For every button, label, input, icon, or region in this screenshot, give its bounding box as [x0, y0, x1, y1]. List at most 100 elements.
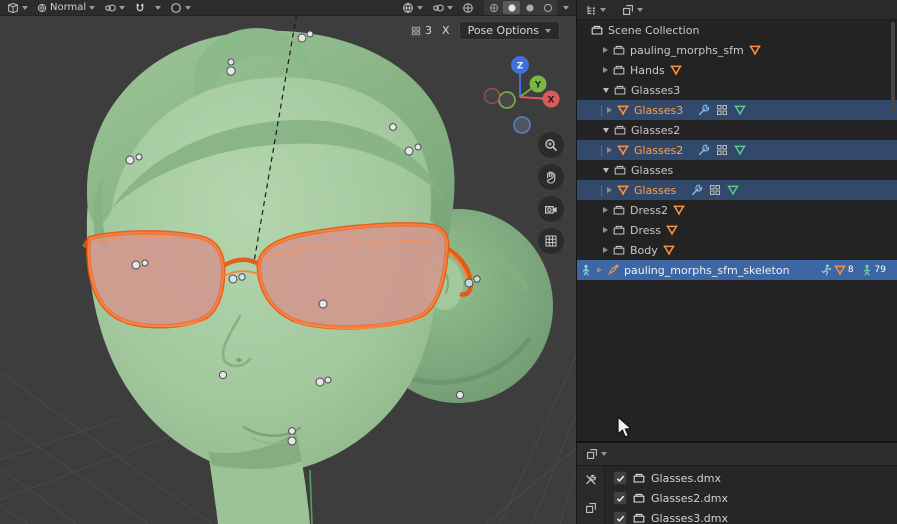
gizmos-dropdown[interactable]	[399, 1, 426, 14]
disclosure-collapsed-icon[interactable]	[607, 107, 612, 113]
zoom-button[interactable]	[538, 132, 564, 158]
row-label: Dress	[630, 223, 661, 237]
outliner-row-collection[interactable]: Glasses	[577, 160, 897, 180]
mesh-data-icon[interactable]	[734, 144, 746, 156]
properties-icon	[586, 448, 598, 460]
chevron-down-icon	[119, 5, 126, 10]
outliner-row-collection[interactable]: Body	[577, 240, 897, 260]
xray-toggle[interactable]	[459, 1, 477, 14]
viewport-tools	[538, 132, 564, 254]
disclosure-collapsed-icon[interactable]	[603, 207, 608, 213]
child-mesh-icon[interactable]	[834, 264, 846, 276]
disclosure-collapsed-icon[interactable]	[607, 147, 612, 153]
outliner-row-scene-collection[interactable]: Scene Collection	[577, 20, 897, 40]
disclosure-collapsed-icon[interactable]	[603, 227, 608, 233]
outliner-row-collection[interactable]: Dress	[577, 220, 897, 240]
scene-collection-icon	[591, 24, 603, 36]
file-row[interactable]: Glasses2.dmx	[605, 488, 897, 508]
shading-dropdown[interactable]	[560, 1, 572, 14]
vertex-groups-icon[interactable]	[716, 144, 728, 156]
outliner-row-collection[interactable]: Dress2	[577, 200, 897, 220]
mesh-icon	[663, 244, 675, 256]
outliner-row-object[interactable]: Glasses2	[577, 140, 897, 160]
orientation-icon	[37, 3, 47, 13]
shading-wireframe-button[interactable]	[485, 1, 502, 14]
check-icon	[616, 474, 625, 483]
pose-run-icon[interactable]	[820, 264, 832, 276]
shading-solid-button[interactable]	[503, 1, 520, 14]
modifier-wrench-icon[interactable]	[698, 104, 710, 116]
disclosure-collapsed-icon[interactable]	[607, 187, 612, 193]
navigation-gizmo[interactable]: Z Y X	[470, 48, 570, 144]
pan-button[interactable]	[538, 164, 564, 190]
collection-visibility-badge[interactable]: 3 X	[411, 24, 450, 37]
pose-options-label: Pose Options	[467, 24, 539, 37]
overlays-dropdown[interactable]	[429, 1, 456, 14]
chevron-down-icon	[601, 452, 607, 456]
collection-icon	[613, 244, 625, 256]
disclosure-expanded-icon[interactable]	[603, 87, 609, 93]
shading-rendered-button[interactable]	[539, 1, 556, 14]
outliner-editor-type-button[interactable]	[582, 3, 609, 16]
outliner-row-armature[interactable]: pauling_morphs_sfm_skeleton 8 79	[577, 260, 897, 280]
outliner-row-collection[interactable]: Glasses3	[577, 80, 897, 100]
mesh-data-icon[interactable]	[734, 104, 746, 116]
armature-object-icon	[607, 264, 619, 276]
camera-icon	[544, 202, 558, 216]
modifier-wrench-icon[interactable]	[698, 144, 710, 156]
render-tab-icon[interactable]	[585, 502, 597, 514]
gizmo-z-negative[interactable]	[513, 116, 531, 134]
disclosure-expanded-icon[interactable]	[603, 127, 609, 133]
file-checkbox-checked[interactable]	[613, 491, 627, 505]
vertex-groups-icon[interactable]	[716, 104, 728, 116]
transform-orientation-dropdown[interactable]: Normal	[34, 1, 98, 14]
file-row[interactable]: Glasses.dmx	[605, 468, 897, 488]
collection-icon	[613, 64, 625, 76]
tree-guide-line	[601, 144, 602, 156]
row-label: pauling_morphs_sfm	[630, 43, 744, 57]
viewport-region-header: 3 X Pose Options	[411, 21, 560, 40]
shading-material-button[interactable]	[521, 1, 538, 14]
mesh-icon	[666, 224, 678, 236]
mesh-icon	[670, 64, 682, 76]
ortho-toggle-button[interactable]	[538, 228, 564, 254]
snapping-dropdown[interactable]	[152, 1, 164, 14]
outliner-row-object[interactable]: Glasses3	[577, 100, 897, 120]
bone-count-icon[interactable]	[861, 264, 873, 276]
disclosure-collapsed-icon[interactable]	[603, 47, 608, 53]
file-label: Glasses3.dmx	[651, 511, 728, 524]
editor-type-button[interactable]	[4, 1, 31, 14]
row-label: Glasses2	[631, 123, 681, 137]
file-checkbox-checked[interactable]	[613, 471, 627, 485]
disclosure-expanded-icon[interactable]	[603, 167, 609, 173]
gizmo-x-negative[interactable]	[483, 87, 501, 105]
chevron-down-icon	[417, 5, 423, 10]
outliner-display-mode-button[interactable]	[619, 3, 646, 16]
pivot-point-dropdown[interactable]	[101, 1, 128, 14]
tool-settings-icon[interactable]	[585, 474, 597, 486]
3d-viewport[interactable]: Normal 3 X Pose Options Z Y X	[0, 0, 576, 524]
file-panel-editor-type-button[interactable]	[583, 448, 610, 461]
pose-options-dropdown[interactable]: Pose Options	[458, 21, 560, 40]
modifier-wrench-icon[interactable]	[691, 184, 703, 196]
vertex-groups-icon[interactable]	[709, 184, 721, 196]
outliner-row-collection[interactable]: Hands	[577, 60, 897, 80]
outliner-row-collection[interactable]: pauling_morphs_sfm	[577, 40, 897, 60]
disclosure-collapsed-icon[interactable]	[603, 247, 608, 253]
axis-clear-button[interactable]: X	[442, 24, 450, 37]
file-row[interactable]: Glasses3.dmx	[605, 508, 897, 524]
outliner-row-object[interactable]: Glasses	[577, 180, 897, 200]
outliner-scrollbar[interactable]	[891, 22, 895, 114]
mesh-data-icon[interactable]	[727, 184, 739, 196]
snap-toggle[interactable]	[131, 1, 149, 14]
gizmo-y-negative[interactable]	[498, 91, 516, 109]
disclosure-collapsed-icon[interactable]	[603, 67, 608, 73]
outliner-row-collection[interactable]: Glasses2	[577, 120, 897, 140]
overlays-icon	[432, 2, 444, 14]
disclosure-collapsed-icon[interactable]	[597, 267, 602, 273]
camera-view-button[interactable]	[538, 196, 564, 222]
file-checkbox-checked[interactable]	[613, 511, 627, 524]
row-label: Dress2	[630, 203, 668, 217]
file-label: Glasses2.dmx	[651, 491, 728, 505]
proportional-edit-dropdown[interactable]	[167, 1, 194, 14]
